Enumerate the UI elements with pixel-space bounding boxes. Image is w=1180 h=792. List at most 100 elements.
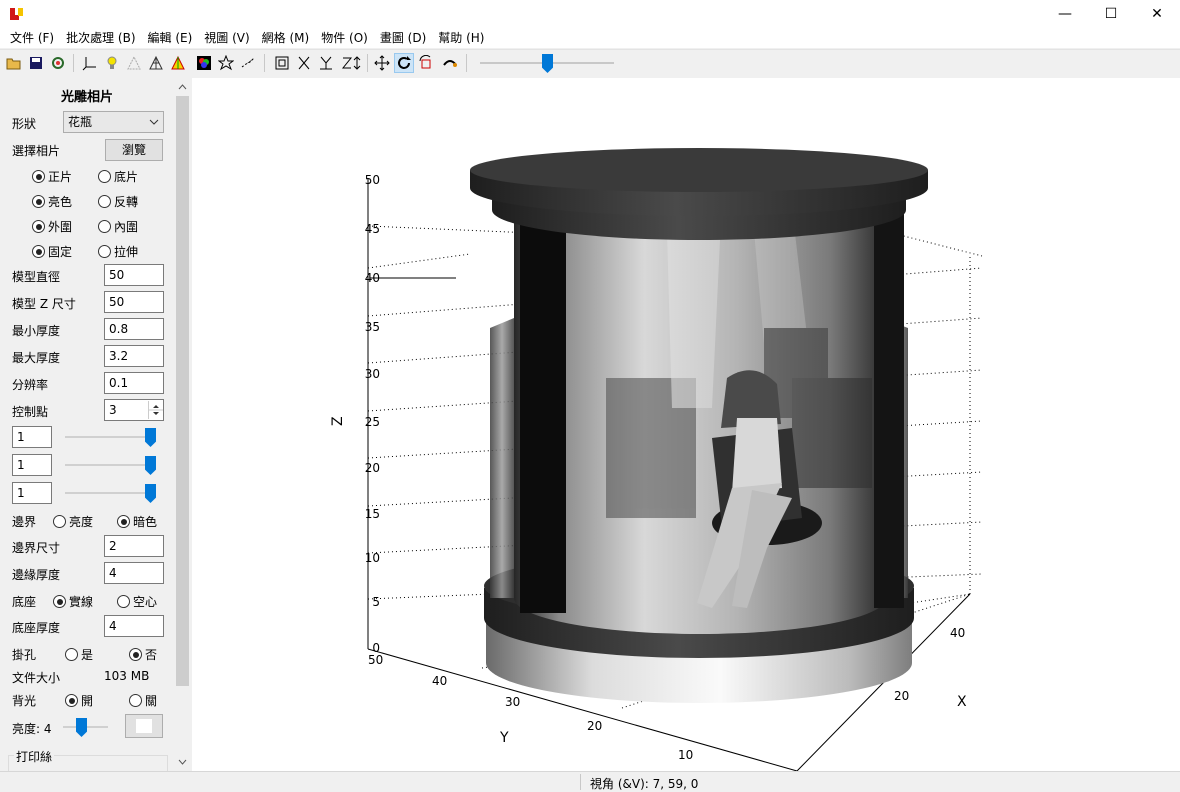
maximize-button[interactable]: ☐ [1088, 0, 1134, 28]
z-tick-5: 5 [372, 595, 380, 609]
max-thickness-input[interactable]: 3.2 [104, 345, 164, 367]
x-axis-icon[interactable] [294, 53, 314, 73]
y-tick-20: 20 [587, 719, 602, 733]
radio-base-solid[interactable]: 實線 [53, 593, 93, 610]
open-folder-icon[interactable] [4, 53, 24, 73]
shape-select[interactable]: 花瓶 [63, 111, 164, 133]
z-tick-30: 30 [365, 367, 380, 381]
brightness-thumb[interactable] [76, 718, 87, 737]
menu-file[interactable]: 文件 (F) [4, 28, 60, 48]
settings-icon[interactable] [48, 53, 68, 73]
control-point-3-input[interactable]: 1 [12, 482, 52, 504]
menu-mesh[interactable]: 網格 (M) [256, 28, 316, 48]
radio-outer[interactable]: 外圍 [32, 218, 72, 235]
control-point-1-slider[interactable] [65, 436, 155, 438]
control-point-2-thumb[interactable] [145, 456, 156, 475]
color-mesh-icon[interactable] [168, 53, 188, 73]
select-photo-label: 選擇相片 [12, 144, 61, 158]
control-point-2-input[interactable]: 1 [12, 454, 52, 476]
x-axis-label: X [957, 694, 967, 710]
model-diameter-input[interactable]: 50 [104, 264, 164, 286]
control-point-1-thumb[interactable] [145, 428, 156, 447]
y-axis-label: Y [499, 730, 509, 746]
colors-icon[interactable] [194, 53, 214, 73]
control-point-1-input[interactable]: 1 [12, 426, 52, 448]
menu-edit[interactable]: 編輯 (E) [142, 28, 199, 48]
axes-icon[interactable] [80, 53, 100, 73]
radio-hang-no[interactable]: 否 [129, 646, 157, 663]
spinner-arrows-icon[interactable] [148, 401, 163, 419]
edge-thickness-input[interactable]: 4 [104, 562, 164, 584]
z-tick-20: 20 [365, 461, 380, 475]
model-z-input[interactable]: 50 [104, 291, 164, 313]
cube-rotate-icon[interactable] [416, 53, 436, 73]
max-thickness-label: 最大厚度 [12, 351, 61, 365]
shape-label: 形狀 [12, 117, 37, 131]
radio-backlight-off[interactable]: 關 [129, 692, 157, 709]
control-point-3-thumb[interactable] [145, 484, 156, 503]
x-tick-20: 20 [894, 689, 909, 703]
radio-bright[interactable]: 亮色 [32, 193, 72, 210]
panel-title: 光雕相片 [60, 90, 113, 105]
browse-button[interactable]: 瀏覽 [105, 139, 163, 161]
control-point-2-slider[interactable] [65, 464, 155, 466]
radio-base-hollow[interactable]: 空心 [117, 593, 157, 610]
z-tick-25: 25 [365, 415, 380, 429]
resolution-label: 分辨率 [12, 378, 49, 392]
mesh-icon[interactable] [146, 53, 166, 73]
minimize-button[interactable]: — [1042, 0, 1088, 28]
scroll-down-icon[interactable] [178, 759, 187, 765]
radio-fixed[interactable]: 固定 [32, 243, 72, 260]
radio-inner[interactable]: 內圍 [98, 218, 138, 235]
panel-scrollbar-thumb[interactable] [176, 96, 189, 686]
radio-border-dark[interactable]: 暗色 [117, 513, 157, 530]
y-axis-icon[interactable] [316, 53, 336, 73]
resolution-input[interactable]: 0.1 [104, 372, 164, 394]
radio-negative[interactable]: 底片 [98, 168, 138, 185]
radio-stretch[interactable]: 拉伸 [98, 243, 138, 260]
radio-hang-yes[interactable]: 是 [65, 646, 93, 663]
border-size-input[interactable]: 2 [104, 535, 164, 557]
radio-invert[interactable]: 反轉 [98, 193, 138, 210]
file-size-label: 文件大小 [12, 671, 61, 685]
close-button[interactable]: ✕ [1134, 0, 1180, 28]
star-icon[interactable] [216, 53, 236, 73]
light-bulb-icon[interactable] [102, 53, 122, 73]
arc-icon[interactable] [440, 53, 460, 73]
lithophane-model [470, 148, 928, 703]
min-thickness-input[interactable]: 0.8 [104, 318, 164, 340]
color-picker-button[interactable] [125, 714, 163, 738]
control-point-3-slider[interactable] [65, 492, 155, 494]
wireframe-icon[interactable] [124, 53, 144, 73]
move-icon[interactable] [372, 53, 392, 73]
radio-backlight-on[interactable]: 開 [65, 692, 93, 709]
menu-draw[interactable]: 畫圖 (D) [374, 28, 432, 48]
scroll-up-icon[interactable] [178, 84, 187, 90]
shape-select-value: 花瓶 [68, 115, 93, 129]
3d-viewport[interactable]: 0 5 10 15 20 25 30 35 40 45 50 Z 50 40 3… [192, 78, 1180, 771]
z-axis-label: Z [330, 416, 346, 426]
status-bar: 視角 (&V): 7, 59, 0 [0, 771, 1180, 791]
title-bar: — ☐ ✕ [0, 0, 1180, 28]
z-axis-ticks: 0 5 10 15 20 25 30 35 40 45 50 [365, 173, 380, 655]
print-group-label: 打印絲 [14, 748, 55, 765]
z-axis-icon[interactable] [340, 53, 364, 73]
menu-view[interactable]: 視圖 (V) [198, 28, 255, 48]
menu-help[interactable]: 幫助 (H) [432, 28, 490, 48]
points-icon[interactable] [238, 53, 258, 73]
base-thickness-label: 底座厚度 [12, 621, 61, 635]
y-tick-10: 10 [678, 748, 693, 762]
z-tick-35: 35 [365, 320, 380, 334]
base-thickness-input[interactable]: 4 [104, 615, 164, 637]
rotate-icon[interactable] [394, 53, 414, 73]
save-icon[interactable] [26, 53, 46, 73]
radio-positive[interactable]: 正片 [32, 168, 72, 185]
menu-batch[interactable]: 批次處理 (B) [60, 28, 141, 48]
y-tick-30: 30 [505, 695, 520, 709]
radio-border-bright[interactable]: 亮度 [53, 513, 93, 530]
control-points-spinner[interactable]: 3 [104, 399, 164, 421]
model-render[interactable]: 0 5 10 15 20 25 30 35 40 45 50 Z 50 40 3… [192, 78, 1180, 771]
menu-object[interactable]: 物件 (O) [315, 28, 374, 48]
bounding-box-icon[interactable] [272, 53, 292, 73]
z-tick-10: 10 [365, 551, 380, 565]
